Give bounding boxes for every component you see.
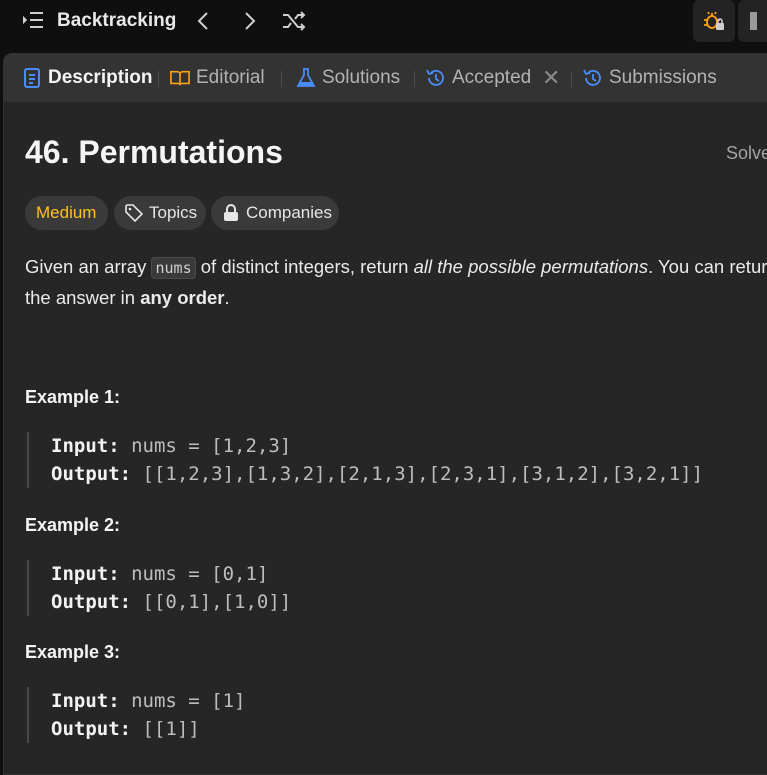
tab-submissions[interactable]: Submissions bbox=[583, 66, 717, 90]
example-block: Input: nums = [1,2,3] Output: [[1,2,3],[… bbox=[27, 432, 767, 488]
tab-description[interactable]: Description bbox=[22, 66, 153, 90]
description-panel: Description Editorial Solutions Accepted bbox=[3, 53, 767, 775]
shuffle-icon[interactable] bbox=[281, 8, 307, 34]
lock-icon bbox=[222, 204, 240, 222]
history-icon bbox=[426, 68, 446, 88]
problem-description: Given an array nums of distinct integers… bbox=[25, 256, 767, 308]
tab-separator bbox=[571, 71, 572, 87]
debug-locked-icon bbox=[703, 10, 725, 37]
close-tab-icon[interactable]: ✕ bbox=[542, 65, 560, 91]
tag-icon bbox=[125, 204, 143, 222]
tab-editorial[interactable]: Editorial bbox=[170, 66, 265, 90]
problem-list-icon[interactable] bbox=[22, 10, 44, 30]
description-icon bbox=[22, 68, 42, 88]
tab-bar: Description Editorial Solutions Accepted bbox=[4, 54, 767, 102]
tab-separator bbox=[414, 71, 415, 87]
tab-accepted[interactable]: Accepted bbox=[426, 66, 531, 90]
play-icon bbox=[750, 12, 757, 30]
example-heading: Example 1: bbox=[25, 387, 121, 407]
example-heading: Example 3: bbox=[25, 642, 121, 662]
next-icon[interactable] bbox=[237, 8, 263, 34]
flask-icon bbox=[296, 68, 316, 88]
tab-separator bbox=[281, 71, 282, 87]
problem-title[interactable]: 46. Permutations bbox=[25, 134, 283, 171]
problem-list-title[interactable]: Backtracking bbox=[57, 10, 176, 32]
example-heading: Example 2: bbox=[25, 515, 121, 535]
companies-button[interactable]: Companies bbox=[211, 196, 339, 230]
book-icon bbox=[170, 68, 190, 88]
difficulty-badge: Medium bbox=[25, 196, 108, 230]
topics-button[interactable]: Topics bbox=[114, 196, 206, 230]
top-nav-bar: Backtracking bbox=[0, 0, 767, 44]
prev-icon[interactable] bbox=[190, 8, 216, 34]
example-block: Input: nums = [0,1] Output: [[0,1],[1,0]… bbox=[27, 560, 767, 616]
example-block: Input: nums = [1] Output: [[1]] bbox=[27, 687, 767, 743]
inline-code: nums bbox=[151, 257, 196, 279]
history-icon bbox=[583, 68, 603, 88]
debug-button[interactable] bbox=[693, 0, 735, 42]
tab-separator bbox=[158, 71, 159, 87]
run-button[interactable] bbox=[738, 0, 767, 42]
solved-status: Solved bbox=[726, 143, 767, 163]
tab-solutions[interactable]: Solutions bbox=[296, 66, 400, 90]
